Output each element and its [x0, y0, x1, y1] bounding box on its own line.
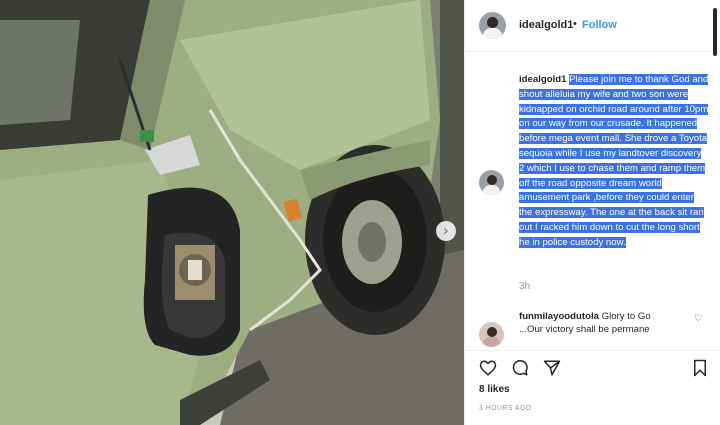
share-icon[interactable] [543, 359, 561, 377]
heart-icon[interactable] [479, 359, 497, 377]
comment-text-line2: ...Our victory shall be permane [519, 324, 650, 335]
header-username[interactable]: idealgold1 [519, 19, 573, 31]
caption-time[interactable]: 3h [519, 281, 530, 292]
comment-text-line1: Glory to Go [601, 311, 651, 322]
damaged-car-image [0, 0, 464, 425]
next-photo-button[interactable]: › [436, 221, 456, 241]
heart-small-icon[interactable]: ♡ [694, 313, 702, 324]
comment-username[interactable]: funmilayoodutola [519, 311, 599, 322]
bookmark-icon[interactable] [691, 359, 709, 377]
caption-text: Please join me to thank God and shout al… [519, 74, 709, 248]
post-details-panel: idealgold1 • Follow idealgold1 Please jo… [464, 0, 720, 425]
comment-icon[interactable] [511, 359, 529, 377]
post-photo[interactable]: › [0, 0, 464, 425]
likes-count[interactable]: 8 likes [479, 384, 510, 395]
post-header: idealgold1 • Follow [465, 0, 720, 52]
comment-avatar[interactable] [479, 322, 504, 347]
action-bar [465, 350, 720, 380]
avatar[interactable] [479, 12, 506, 39]
post-timestamp[interactable]: 3 HOURS AGO [479, 405, 532, 412]
scrollbar[interactable] [713, 8, 717, 56]
comment: funmilayoodutola Glory to Go ...Our vict… [519, 310, 669, 336]
caption-avatar[interactable] [479, 170, 504, 195]
chevron-right-icon: › [443, 223, 449, 239]
post-caption: idealgold1 Please join me to thank God a… [519, 73, 709, 251]
caption-username[interactable]: idealgold1 [519, 74, 566, 85]
follow-button[interactable]: Follow [582, 19, 617, 31]
separator-dot: • [573, 18, 577, 30]
